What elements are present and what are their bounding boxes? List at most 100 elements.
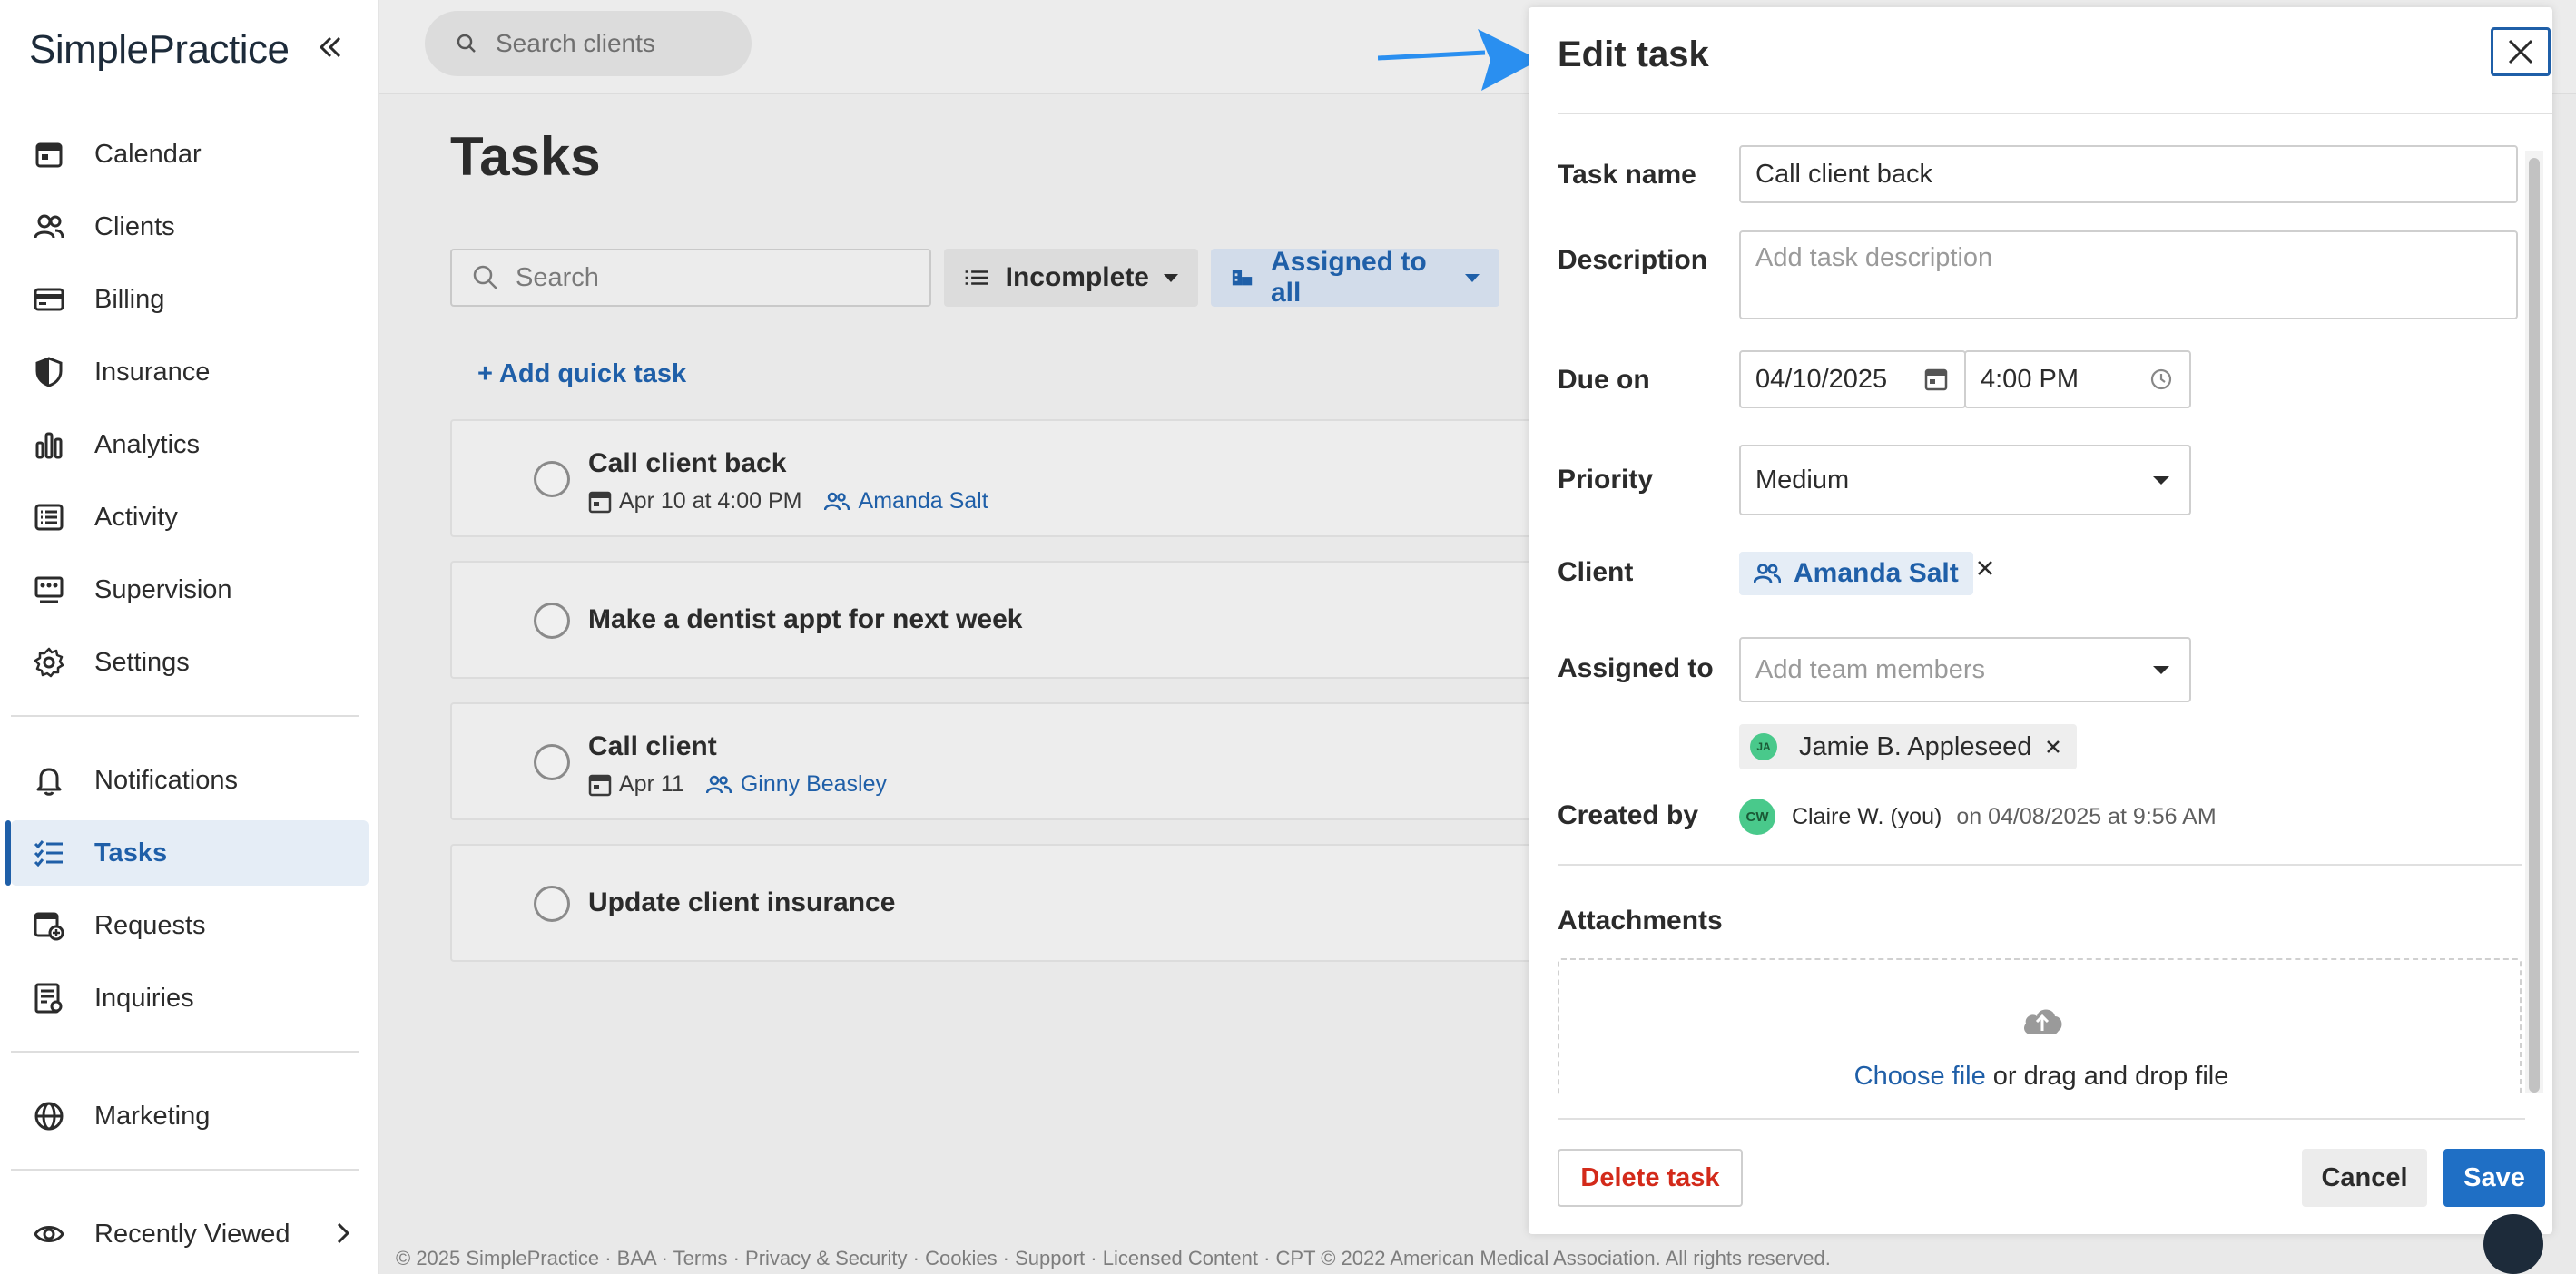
description-placeholder: Add task description bbox=[1755, 243, 1993, 272]
task-complete-checkbox[interactable] bbox=[534, 603, 570, 639]
avatar: CW bbox=[1739, 799, 1775, 835]
task-row[interactable]: Make a dentist appt for next week bbox=[450, 561, 1539, 679]
calendar-plus-icon bbox=[33, 909, 65, 942]
sidebar-item-calendar[interactable]: Calendar bbox=[11, 122, 369, 187]
task-client-link[interactable]: Amanda Salt bbox=[823, 488, 988, 514]
task-name-value: Call client back bbox=[1755, 159, 1933, 189]
cancel-button[interactable]: Cancel bbox=[2302, 1149, 2427, 1207]
list-icon bbox=[965, 270, 988, 285]
nav-divider bbox=[11, 1169, 359, 1171]
footer-links: © 2025 SimplePractice · BAA · Terms · Pr… bbox=[396, 1247, 1831, 1269]
chevron-down-icon bbox=[1465, 273, 1480, 282]
inquiry-form-icon bbox=[33, 982, 65, 1014]
client-chip[interactable]: Amanda Salt bbox=[1739, 552, 1973, 595]
cloud-upload-icon bbox=[2024, 1009, 2062, 1034]
credit-card-icon bbox=[33, 283, 65, 316]
sidebar-item-tasks[interactable]: Tasks bbox=[5, 820, 369, 886]
search-clients-input[interactable]: Search clients bbox=[425, 11, 752, 76]
main-nav: Calendar Clients Billing Insurance Analy… bbox=[0, 122, 379, 1274]
description-label: Description bbox=[1558, 245, 1708, 275]
sidebar-item-label: Billing bbox=[94, 284, 165, 314]
sidebar-item-recently-viewed[interactable]: Recently Viewed bbox=[11, 1201, 369, 1267]
chevron-down-icon bbox=[2153, 476, 2169, 485]
close-button[interactable] bbox=[2491, 27, 2551, 76]
remove-client-icon[interactable] bbox=[1975, 555, 1995, 584]
sidebar-item-settings[interactable]: Settings bbox=[11, 630, 369, 695]
task-row[interactable]: Update client insurance bbox=[450, 844, 1539, 962]
search-clients-placeholder: Search clients bbox=[496, 29, 655, 57]
remove-member-icon[interactable] bbox=[2044, 738, 2062, 756]
file-dropzone[interactable]: Choose file or drag and drop file bbox=[1558, 958, 2522, 1094]
page-title: Tasks bbox=[450, 126, 601, 187]
client-chip-name: Amanda Salt bbox=[1794, 558, 1959, 588]
sidebar-item-clients[interactable]: Clients bbox=[11, 194, 369, 260]
tasks-search-input[interactable]: Search bbox=[450, 249, 931, 307]
sidebar: SimplePractice Calendar Clients Billing … bbox=[0, 0, 379, 1274]
save-button[interactable]: Save bbox=[2443, 1149, 2545, 1207]
assigned-filter-dropdown[interactable]: Assigned to all bbox=[1211, 247, 1499, 308]
task-list: Call client back Apr 10 at 4:00 PM Amand… bbox=[450, 419, 1539, 985]
task-name-label: Task name bbox=[1558, 160, 1696, 190]
help-chat-button[interactable] bbox=[2483, 1214, 2543, 1274]
sidebar-item-inquiries[interactable]: Inquiries bbox=[11, 965, 369, 1031]
people-icon bbox=[33, 211, 65, 243]
task-client-name: Ginny Beasley bbox=[740, 771, 888, 797]
add-quick-task-link[interactable]: + Add quick task bbox=[477, 359, 686, 389]
due-time-input[interactable]: 4:00 PM bbox=[1964, 350, 2191, 408]
delete-task-button[interactable]: Delete task bbox=[1558, 1149, 1743, 1207]
clock-icon[interactable] bbox=[2149, 368, 2173, 391]
assigned-to-select[interactable]: Add team members bbox=[1739, 637, 2191, 702]
sidebar-item-insurance[interactable]: Insurance bbox=[11, 339, 369, 405]
attachments-label: Attachments bbox=[1558, 906, 1723, 936]
task-complete-checkbox[interactable] bbox=[534, 886, 570, 922]
people-icon bbox=[1754, 564, 1781, 583]
sidebar-item-marketing[interactable]: Marketing bbox=[11, 1083, 369, 1149]
priority-select[interactable]: Medium bbox=[1739, 445, 2191, 515]
task-row[interactable]: Call client Apr 11 Ginny Beasley bbox=[450, 702, 1539, 820]
task-name-input[interactable]: Call client back bbox=[1739, 145, 2518, 203]
status-filter-dropdown[interactable]: Incomplete bbox=[944, 249, 1198, 307]
creator-name: Claire W. (you) bbox=[1792, 803, 1942, 829]
choose-file-link[interactable]: Choose file bbox=[1854, 1062, 1986, 1091]
task-name: Call client bbox=[588, 731, 717, 761]
sidebar-item-billing[interactable]: Billing bbox=[11, 267, 369, 332]
sidebar-item-label: Tasks bbox=[94, 838, 168, 867]
assigned-member-name: Jamie B. Appleseed bbox=[1799, 731, 2032, 761]
sidebar-item-notifications[interactable]: Notifications bbox=[11, 748, 369, 813]
due-date-value: 04/10/2025 bbox=[1755, 364, 1888, 394]
due-date-input[interactable]: 04/10/2025 bbox=[1739, 350, 1966, 408]
sidebar-item-label: Analytics bbox=[94, 429, 201, 459]
brand-logo[interactable]: SimplePractice bbox=[29, 27, 290, 73]
search-icon bbox=[473, 265, 497, 289]
task-client-link[interactable]: Ginny Beasley bbox=[705, 771, 888, 798]
task-complete-checkbox[interactable] bbox=[534, 461, 570, 497]
task-list-icon bbox=[33, 837, 65, 869]
chevron-down-icon bbox=[1164, 273, 1178, 282]
task-complete-checkbox[interactable] bbox=[534, 744, 570, 780]
sidebar-item-label: Requests bbox=[94, 910, 206, 940]
sidebar-item-label: Inquiries bbox=[94, 983, 194, 1013]
dropzone-text: Choose file or drag and drop file bbox=[1559, 1062, 2523, 1092]
nav-divider bbox=[11, 715, 359, 717]
created-by-label: Created by bbox=[1558, 800, 1699, 830]
due-time-value: 4:00 PM bbox=[1981, 364, 2079, 394]
eye-icon bbox=[33, 1218, 65, 1250]
task-row[interactable]: Call client back Apr 10 at 4:00 PM Amand… bbox=[450, 419, 1539, 537]
calendar-icon[interactable] bbox=[1924, 368, 1948, 391]
shield-icon bbox=[33, 356, 65, 388]
sidebar-item-activity[interactable]: Activity bbox=[11, 485, 369, 550]
sidebar-item-requests[interactable]: Requests bbox=[11, 893, 369, 958]
calendar-icon bbox=[588, 774, 612, 796]
gear-icon bbox=[33, 646, 65, 679]
sidebar-item-analytics[interactable]: Analytics bbox=[11, 412, 369, 477]
sidebar-item-label: Activity bbox=[94, 502, 178, 532]
scrollbar-thumb[interactable] bbox=[2529, 158, 2540, 1093]
assigned-member-chip[interactable]: JA Jamie B. Appleseed bbox=[1739, 724, 2078, 769]
description-textarea[interactable]: Add task description bbox=[1739, 230, 2518, 319]
collapse-sidebar-icon[interactable] bbox=[314, 31, 347, 64]
panel-scrollbar[interactable] bbox=[2525, 151, 2543, 1093]
team-icon bbox=[1232, 270, 1253, 286]
sidebar-item-label: Marketing bbox=[94, 1101, 211, 1131]
sidebar-item-supervision[interactable]: Supervision bbox=[11, 557, 369, 622]
panel-title: Edit task bbox=[1558, 34, 1709, 74]
